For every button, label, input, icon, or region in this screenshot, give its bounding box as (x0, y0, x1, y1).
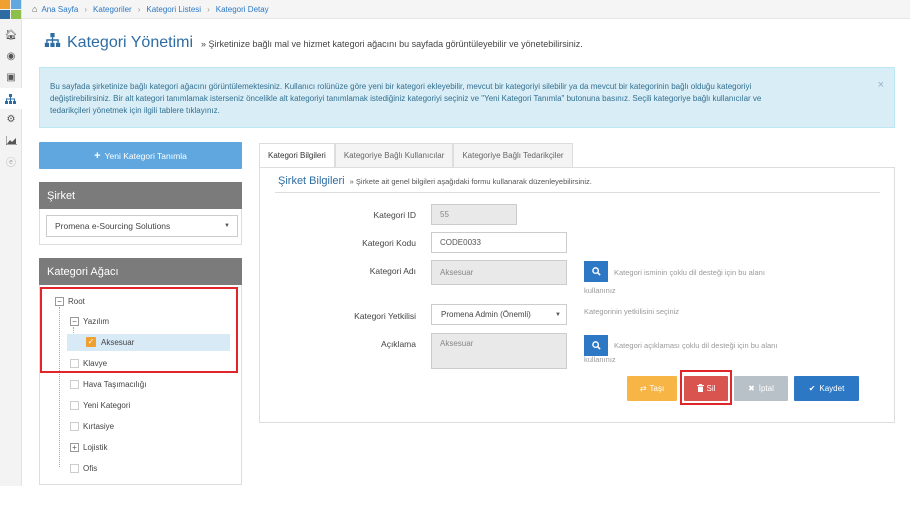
caret-down-icon: ▼ (224, 223, 230, 229)
description-help-text: Kategori açıklaması çoklu dil desteği iç… (614, 341, 778, 350)
category-name-field[interactable]: Aksesuar (431, 260, 567, 285)
save-button[interactable]: ✔ Kaydet (794, 376, 859, 401)
name-help-text: kullanınız (584, 286, 616, 295)
plus-icon: + (94, 149, 101, 162)
name-translate-button[interactable] (584, 261, 608, 282)
breadcrumb-item[interactable]: Kategori Detay (216, 5, 269, 14)
info-alert: Bu sayfada şirketinize bağlı kategori ağ… (39, 67, 895, 128)
divider (275, 192, 880, 193)
page-header: Kategori Yönetimi » Şirketinize bağlı ma… (44, 33, 583, 52)
section-description: » Şirkete ait genel bilgileri aşağıdaki … (349, 177, 592, 186)
description-translate-button[interactable] (584, 335, 608, 356)
section-title: Şirket Bilgileri (278, 175, 345, 187)
tree-node-ofis[interactable]: Ofis (70, 461, 97, 475)
category-id-field[interactable]: 55 (431, 204, 517, 225)
company-panel-header: Şirket (39, 182, 242, 209)
tree-node-label: Lojistik (83, 442, 108, 452)
chevron-circle-icon[interactable]: ⓔ (0, 151, 22, 172)
tab-category-users[interactable]: Kategoriye Bağlı Kullanıcılar (334, 143, 454, 167)
gear-icon[interactable]: ⚙ (0, 109, 22, 130)
page-title: Kategori Yönetimi (67, 34, 193, 51)
category-code-label: Kategori Kodu (362, 238, 416, 248)
leaf-icon (70, 421, 79, 431)
sitemap-glyph (44, 33, 61, 47)
tree-node-kirtasiye[interactable]: Kırtasiye (70, 419, 114, 433)
exchange-icon: ⇄ (639, 384, 647, 393)
leaf-icon (70, 379, 79, 389)
description-help-text: kullanınız (584, 355, 616, 364)
chevron-right-icon: › (84, 4, 88, 14)
company-panel-title: Şirket (47, 189, 76, 202)
tree-panel-title: Kategori Ağacı (47, 265, 119, 278)
tab-category-suppliers[interactable]: Kategoriye Bağlı Tedarikçiler (453, 143, 573, 167)
globe-icon[interactable]: ◉ (0, 46, 22, 67)
app-logo[interactable] (0, 0, 22, 19)
page-subtitle: » Şirketinize bağlı mal ve hizmet katego… (201, 39, 583, 49)
expand-icon[interactable]: + (70, 442, 79, 452)
description-textarea[interactable]: Aksesuar (431, 333, 567, 369)
button-annotation-highlight (680, 370, 732, 405)
leaf-icon (70, 463, 79, 473)
tree-node-label: Hava Taşımacılığı (83, 379, 147, 389)
tree-node-yeni[interactable]: Yeni Kategori (70, 398, 130, 412)
tree-panel-header: Kategori Ağacı (39, 258, 242, 285)
briefcase-icon[interactable]: ▣ (0, 67, 22, 88)
category-name-label: Kategori Adı (369, 266, 416, 276)
chart-glyph (5, 136, 17, 145)
move-button[interactable]: ⇄ Taşı (627, 376, 677, 401)
chart-icon[interactable] (0, 130, 22, 151)
breadcrumb-item[interactable]: Ana Sayfa (41, 5, 78, 14)
alert-text: tedarikçileri yönetmek için ilgili table… (50, 106, 220, 115)
tab-category-info[interactable]: Kategori Bilgileri (259, 143, 335, 168)
breadcrumb: ⌂ Ana Sayfa › Kategoriler › Kategori Lis… (22, 0, 910, 19)
close-icon: ✖ (748, 384, 755, 393)
home-icon[interactable]: 🏠︎ (0, 25, 22, 46)
breadcrumb-item[interactable]: Kategori Listesi (146, 5, 201, 14)
tree-node-label: Ofis (83, 463, 98, 473)
breadcrumb-item[interactable]: Kategoriler (93, 5, 132, 14)
new-category-button[interactable]: + Yeni Kategori Tanımla (39, 142, 242, 169)
close-icon[interactable]: × (878, 79, 884, 91)
check-icon: ✔ (808, 384, 816, 393)
sidebar-rail: 🏠︎ ◉ ▣ ⚙ ⓔ (0, 0, 22, 486)
search-icon (591, 267, 601, 276)
cancel-label: İptal (758, 384, 774, 393)
section-header: Şirket Bilgileri » Şirkete ait genel bil… (278, 175, 592, 187)
tree-node-label: Yeni Kategori (83, 400, 131, 410)
alert-text: Bu sayfada şirketinize bağlı kategori ağ… (50, 82, 752, 91)
cancel-button[interactable]: ✖ İptal (734, 376, 788, 401)
save-label: Kaydet (819, 384, 845, 393)
company-select-value: Promena e-Sourcing Solutions (55, 221, 171, 231)
tree-node-hava[interactable]: Hava Taşımacılığı (70, 377, 146, 391)
category-id-label: Kategori ID (373, 210, 416, 220)
sitemap-glyph (4, 93, 16, 104)
category-owner-value: Promena Admin (Önemli) (441, 310, 531, 319)
leaf-icon (70, 400, 79, 410)
chevron-right-icon: › (137, 4, 141, 14)
chevron-right-icon: › (207, 4, 210, 14)
move-label: Taşı (649, 384, 665, 393)
tree-node-label: Kırtasiye (83, 421, 115, 431)
category-owner-label: Kategori Yetkilisi (354, 311, 416, 321)
search-icon (591, 341, 601, 350)
owner-help-text: Kategorinin yetkilisini seçiniz (584, 307, 680, 316)
description-label: Açıklama (381, 339, 416, 349)
detail-tabs: Kategori Bilgileri Kategoriye Bağlı Kull… (259, 143, 573, 168)
tree-node-lojistik[interactable]: + Lojistik (70, 440, 107, 454)
caret-down-icon: ▼ (555, 311, 561, 318)
category-code-field[interactable]: CODE0033 (431, 232, 567, 253)
sitemap-icon (44, 33, 61, 51)
name-help-text: Kategori isminin çoklu dil desteği için … (614, 268, 765, 277)
new-category-label: Yeni Kategori Tanımla (104, 150, 187, 161)
company-select[interactable]: Promena e-Sourcing Solutions ▼ (46, 215, 238, 237)
tree-annotation-highlight (40, 287, 238, 373)
category-owner-select[interactable]: Promena Admin (Önemli) ▼ (431, 304, 567, 325)
sitemap-icon[interactable] (0, 88, 22, 109)
home-icon[interactable]: ⌂ (32, 4, 37, 14)
alert-text: değiştirebilirsiniz. Bir alt kategori ta… (50, 94, 762, 103)
